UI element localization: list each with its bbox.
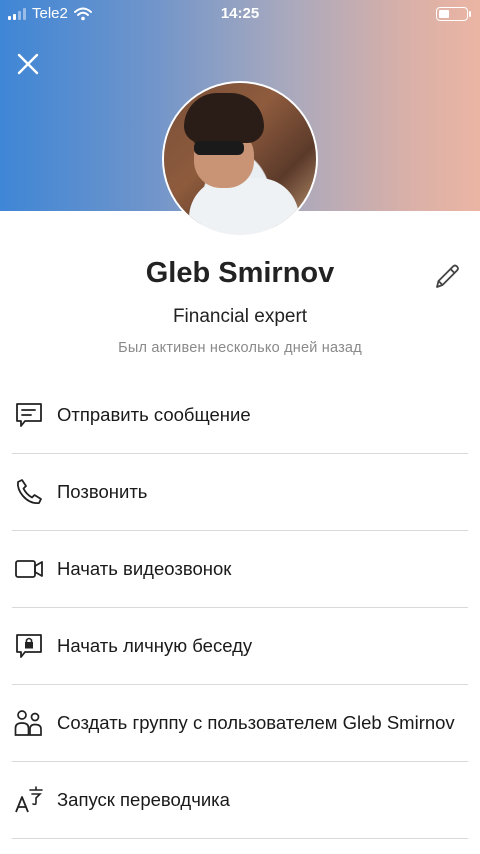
pencil-edit-icon[interactable] bbox=[430, 260, 464, 294]
send-message-action[interactable]: Отправить сообщение bbox=[12, 377, 468, 454]
action-label: Начать видеозвонок bbox=[57, 558, 232, 579]
private-chat-icon bbox=[16, 634, 42, 658]
video-icon bbox=[15, 560, 43, 578]
last-active-status: Был активен несколько дней назад bbox=[118, 340, 362, 356]
status-bar: Tele2 14:25 bbox=[0, 0, 480, 28]
action-label: Позвонить bbox=[57, 481, 148, 502]
profile-name: Gleb Smirnov bbox=[145, 257, 335, 289]
group-icon bbox=[14, 710, 42, 736]
action-label: Создать группу с пользователем Gleb Smir… bbox=[57, 712, 455, 733]
status-time: 14:25 bbox=[220, 5, 260, 22]
action-label: Отправить сообщение bbox=[57, 404, 251, 425]
battery-icon bbox=[436, 7, 471, 21]
profile-subtitle: Financial expert bbox=[172, 306, 308, 327]
create-group-action[interactable]: Создать группу с пользователем Gleb Smir… bbox=[12, 685, 468, 762]
private-chat-action[interactable]: Начать личную беседу bbox=[12, 608, 468, 685]
action-label: Начать личную беседу bbox=[57, 635, 253, 656]
video-call-action[interactable]: Начать видеозвонок bbox=[12, 531, 468, 608]
call-action[interactable]: Позвонить bbox=[12, 454, 468, 531]
action-label: Запуск переводчика bbox=[57, 789, 230, 810]
translate-icon bbox=[15, 786, 43, 813]
phone-icon bbox=[16, 479, 42, 505]
translator-action[interactable]: Запуск переводчика bbox=[12, 762, 468, 839]
message-icon bbox=[16, 403, 42, 427]
avatar[interactable] bbox=[164, 83, 316, 235]
action-list: Отправить сообщение Позвонить Начать вид… bbox=[0, 377, 480, 839]
close-icon[interactable] bbox=[14, 50, 42, 78]
